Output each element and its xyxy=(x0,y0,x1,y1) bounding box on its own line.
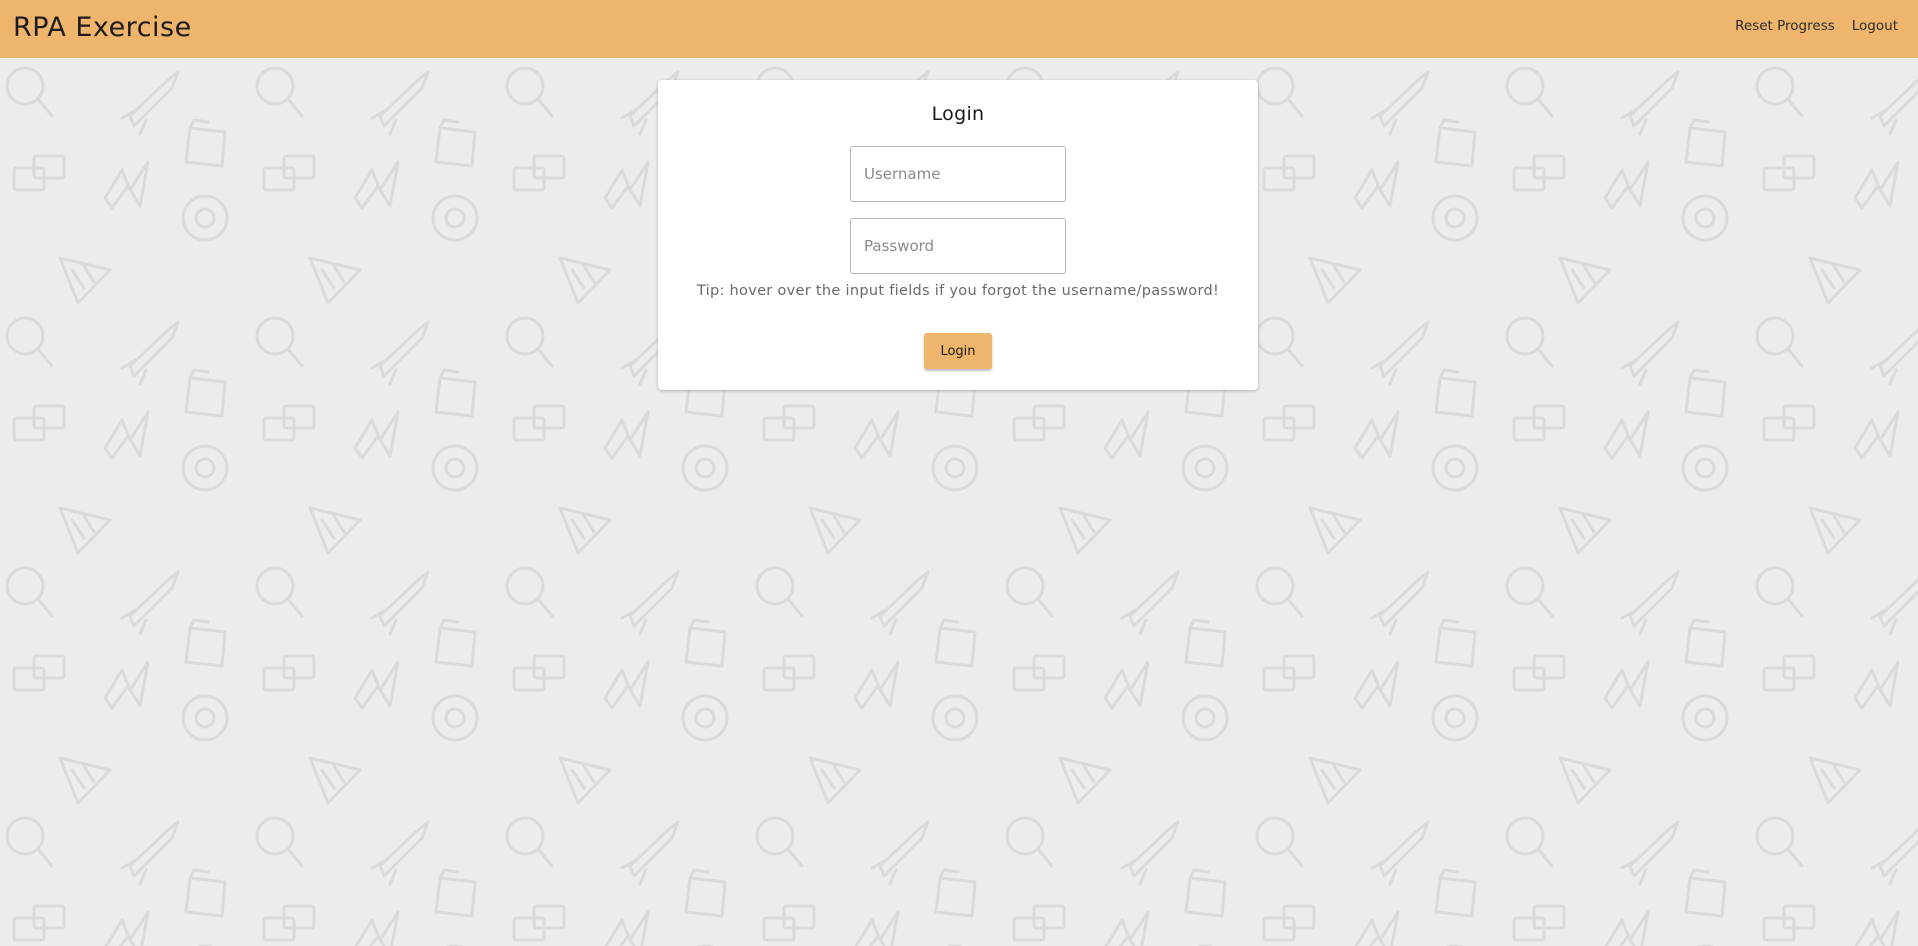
login-card: Login Tip: hover over the input fields i… xyxy=(658,80,1258,390)
login-tip: Tip: hover over the input fields if you … xyxy=(696,283,1220,299)
username-input[interactable] xyxy=(850,146,1066,202)
brand-title: RPA Exercise xyxy=(13,12,192,43)
logout-link[interactable]: Logout xyxy=(1852,18,1898,34)
login-button[interactable]: Login xyxy=(924,333,992,369)
password-input[interactable] xyxy=(850,218,1066,274)
top-navbar: RPA Exercise Reset Progress Logout xyxy=(0,0,1918,58)
login-title: Login xyxy=(931,103,985,125)
nav-links: Reset Progress Logout xyxy=(1735,18,1898,34)
reset-progress-link[interactable]: Reset Progress xyxy=(1735,18,1835,34)
